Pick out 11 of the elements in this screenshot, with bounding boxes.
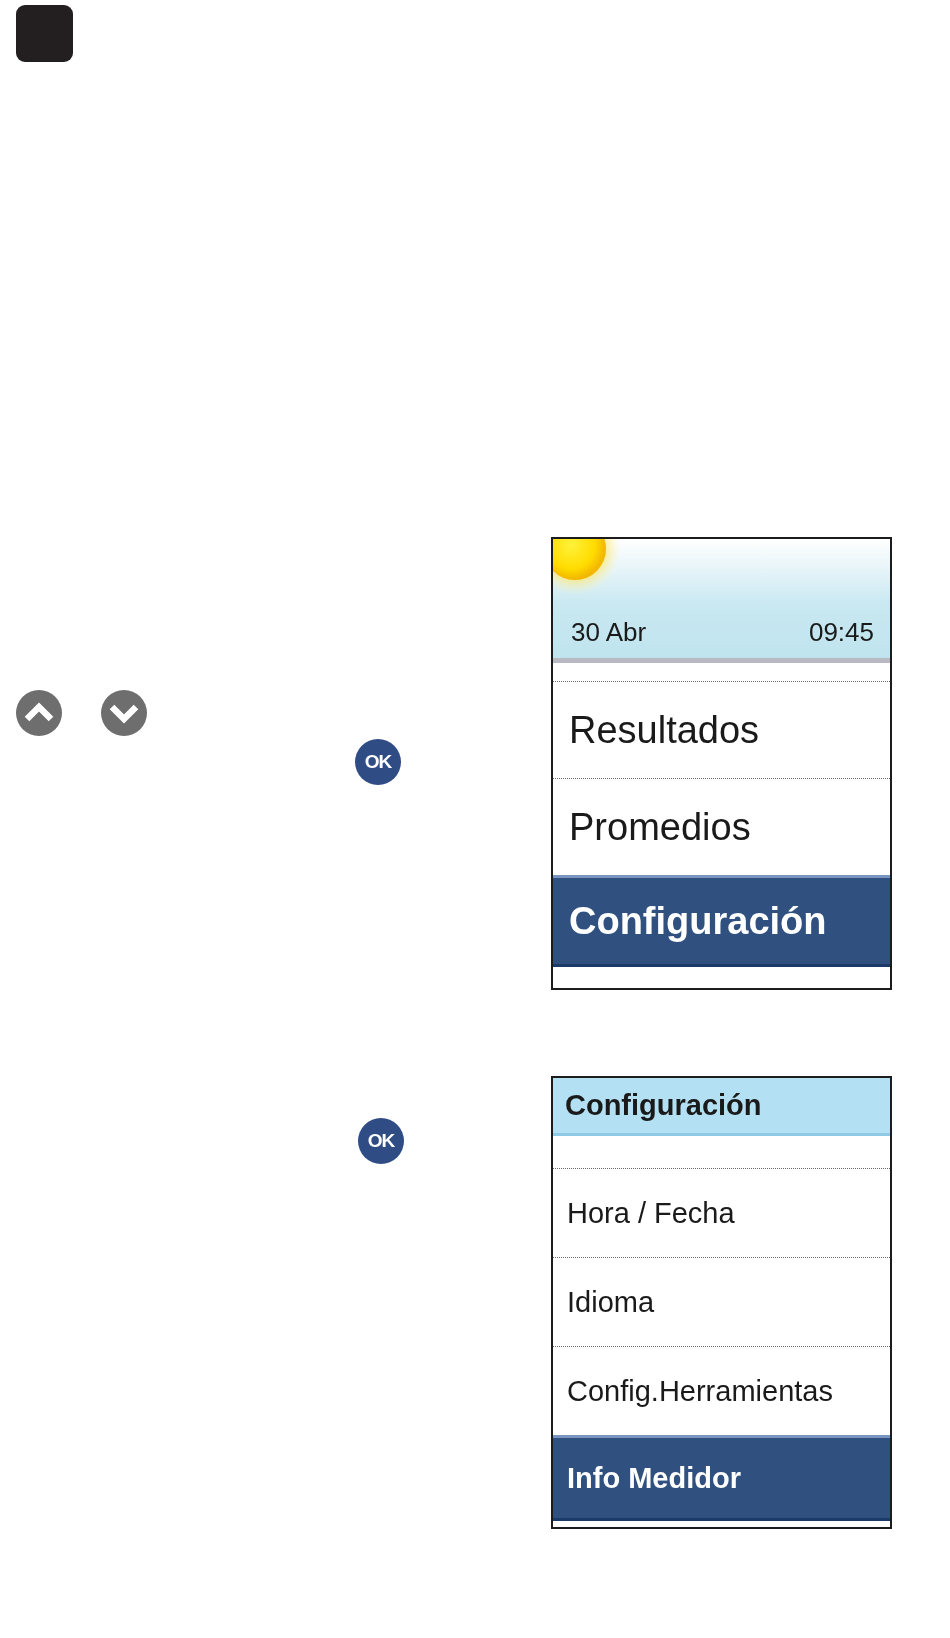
ok-button[interactable]: OK (355, 739, 401, 785)
ok-button[interactable]: OK (358, 1118, 404, 1164)
menu-item[interactable]: Info Medidor (553, 1435, 890, 1521)
menu-item[interactable]: Configuración (553, 875, 890, 967)
menu-item[interactable]: Resultados (553, 681, 890, 778)
time-text: 09:45 (808, 617, 874, 647)
date-text: 30 Abr (571, 617, 647, 647)
square-icon (16, 5, 73, 62)
menu-item[interactable]: Idioma (553, 1257, 890, 1346)
screen-title: Configuración (565, 1089, 762, 1122)
menu-item[interactable]: Hora / Fecha (553, 1168, 890, 1257)
